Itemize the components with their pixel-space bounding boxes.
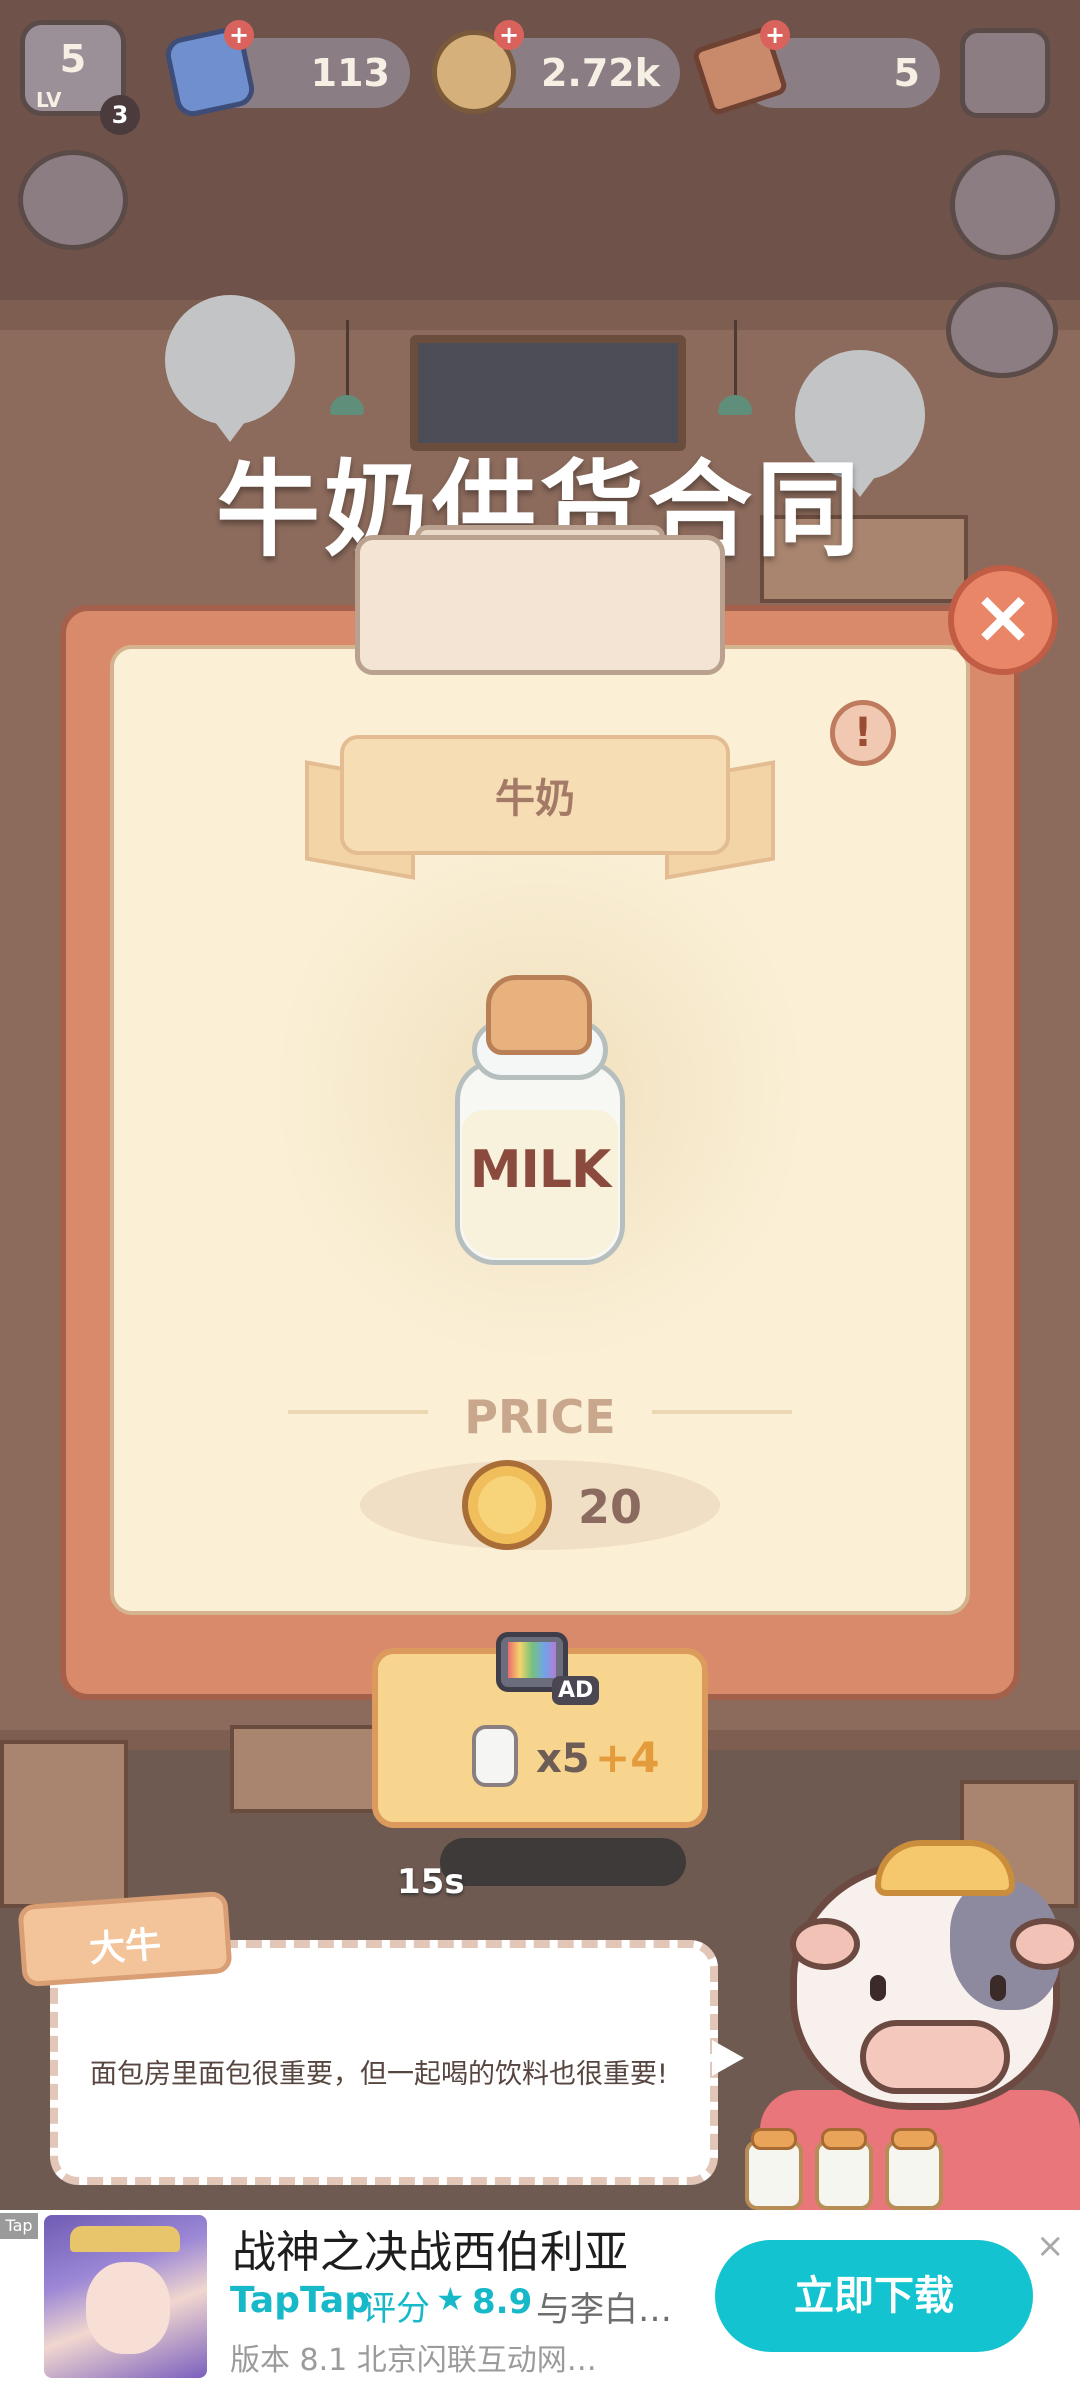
wall-trim	[0, 300, 1080, 330]
milk-cork	[486, 975, 592, 1055]
avatar-face	[86, 2262, 170, 2354]
rating-value: 8.9	[472, 2282, 533, 2322]
level-count-badge: 3	[100, 95, 140, 135]
red-panda-avatar-icon[interactable]	[18, 150, 128, 250]
cow-eye-right	[990, 1975, 1006, 2001]
crate-milk-bottle	[745, 2140, 803, 2210]
lamp-cord	[346, 320, 349, 400]
price-value: 20	[578, 1480, 643, 1534]
star-icon: ★	[436, 2280, 465, 2318]
close-button[interactable]: ×	[948, 565, 1058, 675]
crate-milk-cap	[751, 2128, 797, 2150]
crate-milk-cap	[891, 2128, 937, 2150]
add-gems-icon[interactable]: +	[224, 20, 254, 50]
ad-label: AD	[552, 1676, 600, 1705]
price-divider-left	[288, 1410, 428, 1414]
rating-label: 评分	[362, 2289, 430, 2329]
ticket-count: 5	[893, 51, 920, 95]
level-label: LV	[36, 88, 62, 112]
coin-paw-icon	[478, 1476, 536, 1534]
cow-ear-right	[1010, 1918, 1080, 1970]
menu-list-icon[interactable]	[960, 28, 1050, 118]
dialogue-tail	[712, 2040, 744, 2076]
ad-reward-multiplier: x5	[536, 1736, 590, 1782]
cow-hat	[875, 1840, 1015, 1896]
milk-jar-icon[interactable]	[950, 150, 1060, 260]
ad-game-title[interactable]: 战神之决战西伯利亚	[232, 2216, 628, 2280]
add-coins-icon[interactable]: +	[494, 20, 524, 50]
cow-eye-left	[870, 1975, 886, 2001]
close-ad-icon[interactable]: ×	[1036, 2226, 1065, 2266]
production-timer: 15s	[397, 1862, 465, 1902]
milk-label: MILK	[469, 1140, 612, 1200]
crate-milk-bottle	[885, 2140, 943, 2210]
dialogue-text: 面包房里面包很重要，但一起喝的饮料也很重要!	[90, 2059, 668, 2090]
coin-count: 2.72k	[540, 51, 660, 95]
production-timer-bar	[440, 1838, 686, 1886]
piggy-bank-icon[interactable]	[946, 282, 1058, 378]
info-icon[interactable]: !	[830, 700, 896, 766]
download-button[interactable]: 立即下载	[715, 2240, 1033, 2352]
ad-version-publisher: 版本 8.1 北京闪联互动网…	[230, 2343, 597, 2378]
taptap-logo: TapTap	[230, 2280, 370, 2321]
price-divider-right	[652, 1410, 792, 1414]
lamp-cord	[734, 320, 737, 400]
alert-bubble[interactable]	[165, 295, 295, 425]
crate-milk-cap	[821, 2128, 867, 2150]
tv-screen	[508, 1642, 556, 1678]
shop-counter	[0, 1740, 128, 1908]
crate-milk-bottle	[815, 2140, 873, 2210]
cow-ear-left	[790, 1918, 860, 1970]
add-tickets-icon[interactable]: +	[760, 20, 790, 50]
level-number: 5	[59, 37, 87, 81]
cow-muzzle	[860, 2020, 1010, 2094]
price-label: PRICE	[464, 1390, 616, 1444]
ad-source-tag: Tap	[0, 2213, 38, 2239]
clipboard-clip	[355, 535, 725, 675]
milk-bottle-small-icon	[472, 1725, 518, 1787]
ad-reward-bonus: +4	[595, 1733, 660, 1782]
item-name: 牛奶	[495, 776, 575, 822]
gem-count: 113	[310, 51, 390, 95]
avatar-crown	[70, 2226, 180, 2252]
ad-extra-text: 与李白…	[536, 2290, 672, 2330]
